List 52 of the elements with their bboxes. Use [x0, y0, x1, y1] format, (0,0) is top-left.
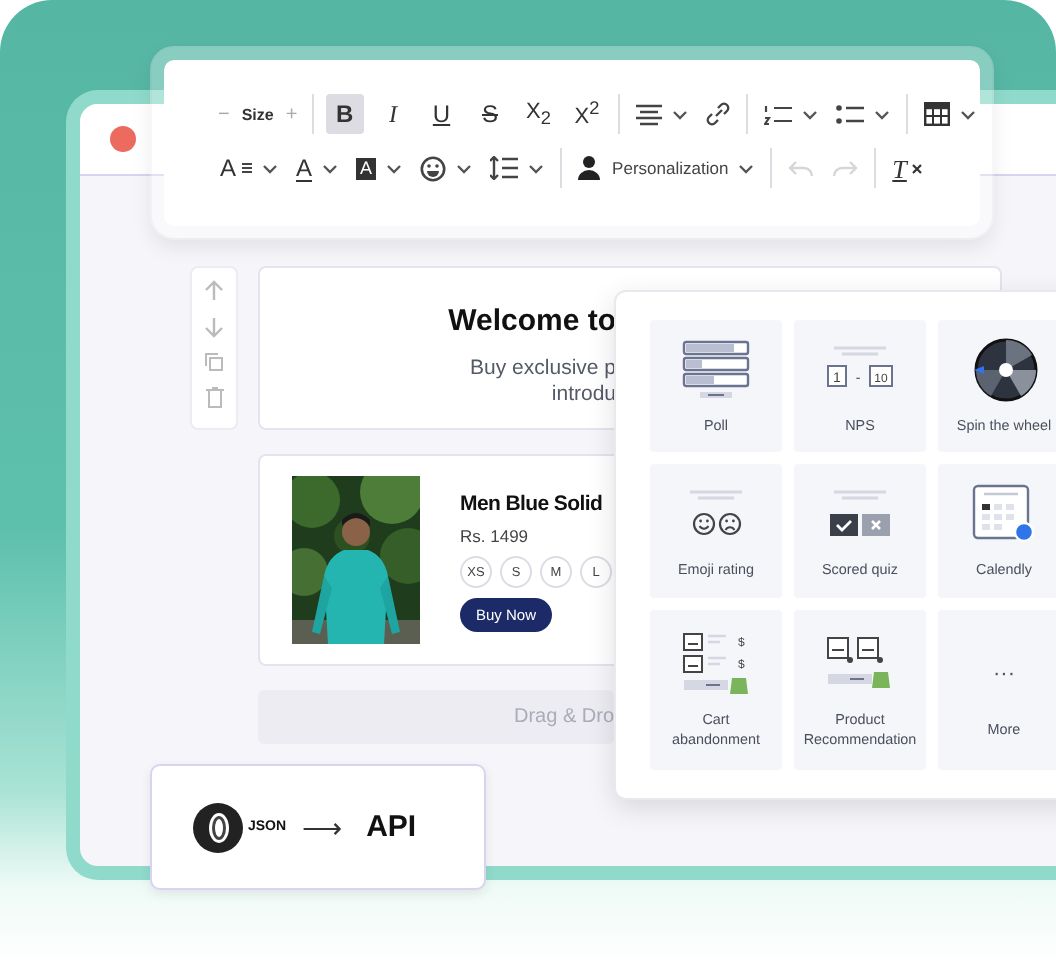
poll-icon	[682, 339, 750, 400]
italic-button[interactable]: I	[373, 94, 413, 134]
wheel-icon	[971, 337, 1037, 402]
numbered-list-icon	[764, 103, 793, 125]
caret-icon	[874, 109, 891, 119]
strike-button[interactable]: S	[470, 94, 510, 134]
bold-button[interactable]: B	[325, 94, 364, 134]
font-size-glyph: A	[220, 156, 237, 180]
caret-icon	[456, 163, 473, 173]
caret-icon	[959, 109, 976, 119]
caret-icon	[738, 163, 755, 173]
target-label: API	[366, 810, 417, 844]
caret-icon	[802, 109, 819, 119]
text-color-glyph: A	[296, 155, 313, 181]
clear-format-glyph: T	[892, 155, 907, 181]
calendar-icon	[972, 484, 1036, 545]
redo-icon	[832, 159, 859, 177]
highlight-button[interactable]: A	[352, 148, 407, 188]
undo-icon	[788, 159, 815, 177]
close-dot[interactable]	[110, 126, 136, 152]
personalization-button[interactable]: Personalization	[574, 148, 759, 188]
product-price: Rs. 1499	[460, 526, 529, 546]
caret-icon	[528, 163, 545, 173]
size-label: Size	[241, 105, 274, 123]
caret-icon	[322, 163, 339, 173]
welcome-heading: Welcome to	[446, 304, 616, 338]
subscript-button[interactable]: X$_{2}$	[519, 94, 558, 134]
smiley-icon	[420, 155, 447, 181]
text-color-button[interactable]: A	[292, 148, 343, 188]
product-drawing	[826, 633, 894, 693]
more-symbol: ···	[993, 663, 1015, 684]
link-icon	[706, 102, 731, 126]
underline-button[interactable]: U	[422, 94, 461, 134]
cross-icon	[912, 163, 923, 173]
caret-icon	[386, 163, 403, 173]
table-icon	[923, 102, 950, 126]
person-icon	[578, 156, 601, 180]
highlight-glyph: A	[356, 157, 377, 179]
quiz-icon	[826, 488, 894, 541]
font-size-button[interactable]: A	[216, 148, 283, 188]
bullet-list-icon	[836, 103, 865, 125]
line-height-icon	[490, 156, 519, 180]
clear-format-button[interactable]: T	[888, 148, 927, 188]
lines-icon	[242, 162, 253, 174]
caret-icon	[262, 163, 279, 173]
align-icon	[636, 103, 663, 125]
ring-logo-icon	[192, 801, 244, 853]
welcome-text-line: introdu	[549, 382, 616, 408]
arrow-sign: ⟶	[302, 811, 343, 843]
caret-icon	[672, 109, 689, 119]
superscript-button[interactable]: X$^{2}$	[567, 94, 607, 134]
product-name: Men Blue Solid	[460, 492, 603, 516]
